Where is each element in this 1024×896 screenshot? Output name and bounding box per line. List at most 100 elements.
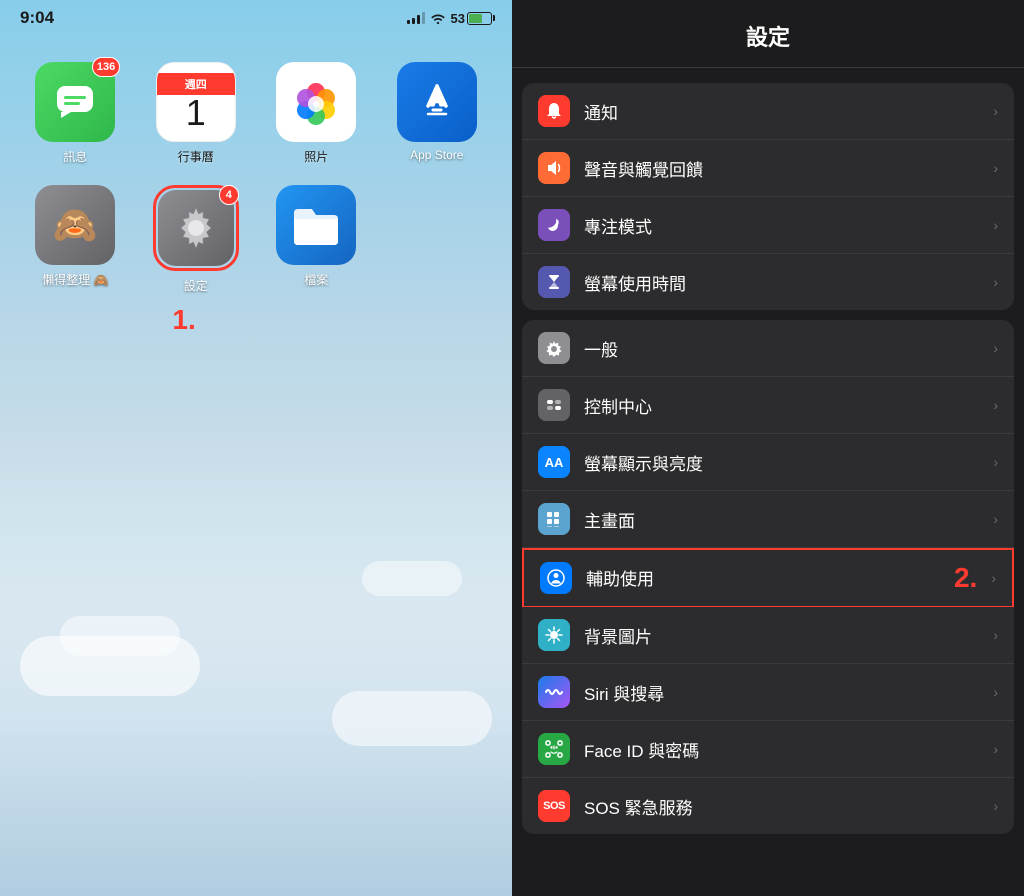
general-chevron: › (993, 340, 998, 356)
general-icon (538, 332, 570, 364)
homescreen-chevron: › (993, 511, 998, 527)
app-photos[interactable]: 照片 (266, 62, 367, 165)
settings-header: 設定 (512, 0, 1024, 68)
files-icon[interactable] (276, 185, 356, 265)
photos-icon[interactable] (276, 62, 356, 142)
sounds-label: 聲音與觸覺回饋 (584, 156, 979, 181)
person-circle-icon (546, 568, 566, 588)
display-chevron: › (993, 454, 998, 470)
sos-label: SOS 緊急服務 (584, 794, 979, 819)
accessibility-label: 輔助使用 (586, 565, 930, 590)
lazy-folder-icon[interactable]: 🙈 (35, 185, 115, 265)
iphone-homescreen: 9:04 53 (0, 0, 512, 896)
toggle-icon (544, 395, 564, 415)
sounds-icon (538, 152, 570, 184)
cloud-3 (332, 691, 492, 746)
signal-icon (407, 12, 425, 24)
settings-row-controlcenter[interactable]: 控制中心 › (522, 377, 1014, 434)
step-2-label: 2. (954, 562, 977, 594)
faceid-chevron: › (993, 741, 998, 757)
faceid-label: Face ID 與密碼 (584, 737, 979, 762)
controlcenter-label: 控制中心 (584, 393, 979, 418)
screentime-chevron: › (993, 274, 998, 290)
settings-row-focus[interactable]: 專注模式 › (522, 197, 1014, 254)
faceid-icon (538, 733, 570, 765)
calendar-date: 1 (186, 95, 206, 131)
settings-highlight-border: 4 (153, 185, 239, 271)
sos-chevron: › (993, 798, 998, 814)
wifi-icon (430, 12, 446, 24)
homescreen-icon (538, 503, 570, 535)
message-bubble-icon (51, 78, 99, 126)
controlcenter-icon (538, 389, 570, 421)
notifications-chevron: › (993, 103, 998, 119)
lazy-label: 懶得整理 🙈 (42, 271, 108, 288)
face-id-icon (544, 739, 564, 759)
homescreen-label: 主畫面 (584, 507, 979, 532)
grid-icon (544, 509, 564, 529)
messages-badge: 136 (92, 57, 120, 77)
accessibility-icon (540, 562, 572, 594)
calendar-icon[interactable]: 週四 1 (156, 62, 236, 142)
app-lazy-folder[interactable]: 🙈 懶得整理 🙈 (25, 185, 126, 336)
wallpaper-chevron: › (993, 627, 998, 643)
sos-text-icon: SOS (543, 800, 565, 812)
gear-icon (170, 202, 222, 254)
appstore-icon[interactable] (397, 62, 477, 142)
settings-row-accessibility[interactable]: 輔助使用 2. › (522, 548, 1014, 608)
files-label: 檔案 (304, 271, 328, 288)
app-calendar[interactable]: 週四 1 行事曆 (146, 62, 247, 165)
gear-settings-icon (544, 338, 564, 358)
messages-label: 訊息 (63, 148, 87, 165)
appstore-label: App Store (410, 148, 463, 162)
settings-panel: 設定 通知 › 聲音與觸覺回饋 › (512, 0, 1024, 896)
controlcenter-chevron: › (993, 397, 998, 413)
sos-icon: SOS (538, 790, 570, 822)
settings-label: 設定 (184, 277, 208, 294)
settings-row-display[interactable]: AA 螢幕顯示與亮度 › (522, 434, 1014, 491)
wallpaper-label: 背景圖片 (584, 623, 979, 648)
settings-row-screentime[interactable]: 螢幕使用時間 › (522, 254, 1014, 310)
app-messages[interactable]: 136 訊息 (25, 62, 126, 165)
focus-chevron: › (993, 217, 998, 233)
battery-icon: 53 (451, 11, 492, 26)
notifications-label: 通知 (584, 99, 979, 124)
settings-row-faceid[interactable]: Face ID 與密碼 › (522, 721, 1014, 778)
settings-row-siri[interactable]: Siri 與搜尋 › (522, 664, 1014, 721)
settings-row-wallpaper[interactable]: 背景圖片 › (522, 607, 1014, 664)
app-files[interactable]: 檔案 (266, 185, 367, 336)
home-icons-grid: 136 訊息 週四 1 行事曆 (0, 32, 512, 356)
messages-icon[interactable]: 136 (35, 62, 115, 142)
moon-icon (544, 215, 564, 235)
folder-icon (290, 201, 342, 249)
settings-row-general[interactable]: 一般 › (522, 320, 1014, 377)
sparkles-icon (544, 625, 564, 645)
app-settings[interactable]: 4 設定 1. (146, 185, 247, 336)
status-bar: 9:04 53 (0, 0, 512, 32)
screentime-label: 螢幕使用時間 (584, 270, 979, 295)
photos-label: 照片 (304, 148, 328, 165)
speaker-icon (544, 158, 564, 178)
hourglass-icon (544, 272, 564, 292)
settings-row-homescreen[interactable]: 主畫面 › (522, 491, 1014, 548)
settings-row-sounds[interactable]: 聲音與觸覺回饋 › (522, 140, 1014, 197)
general-label: 一般 (584, 336, 979, 361)
wallpaper-icon (538, 619, 570, 651)
settings-icon[interactable]: 4 (158, 190, 234, 266)
siri-chevron: › (993, 684, 998, 700)
step-1-label: 1. (172, 304, 195, 336)
status-icons: 53 (407, 11, 492, 26)
settings-section-2: 一般 › 控制中心 › AA 螢幕顯示與亮度 › (522, 320, 1014, 834)
focus-label: 專注模式 (584, 213, 979, 238)
siri-icon (538, 676, 570, 708)
cloud-2 (60, 616, 180, 656)
status-time: 9:04 (20, 8, 54, 28)
settings-row-sos[interactable]: SOS SOS 緊急服務 › (522, 778, 1014, 834)
display-aa-icon: AA (545, 455, 564, 470)
settings-row-notifications[interactable]: 通知 › (522, 83, 1014, 140)
app-appstore[interactable]: App Store (387, 62, 488, 165)
cloud-4 (362, 561, 462, 596)
settings-section-1: 通知 › 聲音與觸覺回饋 › 專注模式 › (522, 83, 1014, 310)
bell-icon (544, 101, 564, 121)
siri-wave-icon (544, 682, 564, 702)
